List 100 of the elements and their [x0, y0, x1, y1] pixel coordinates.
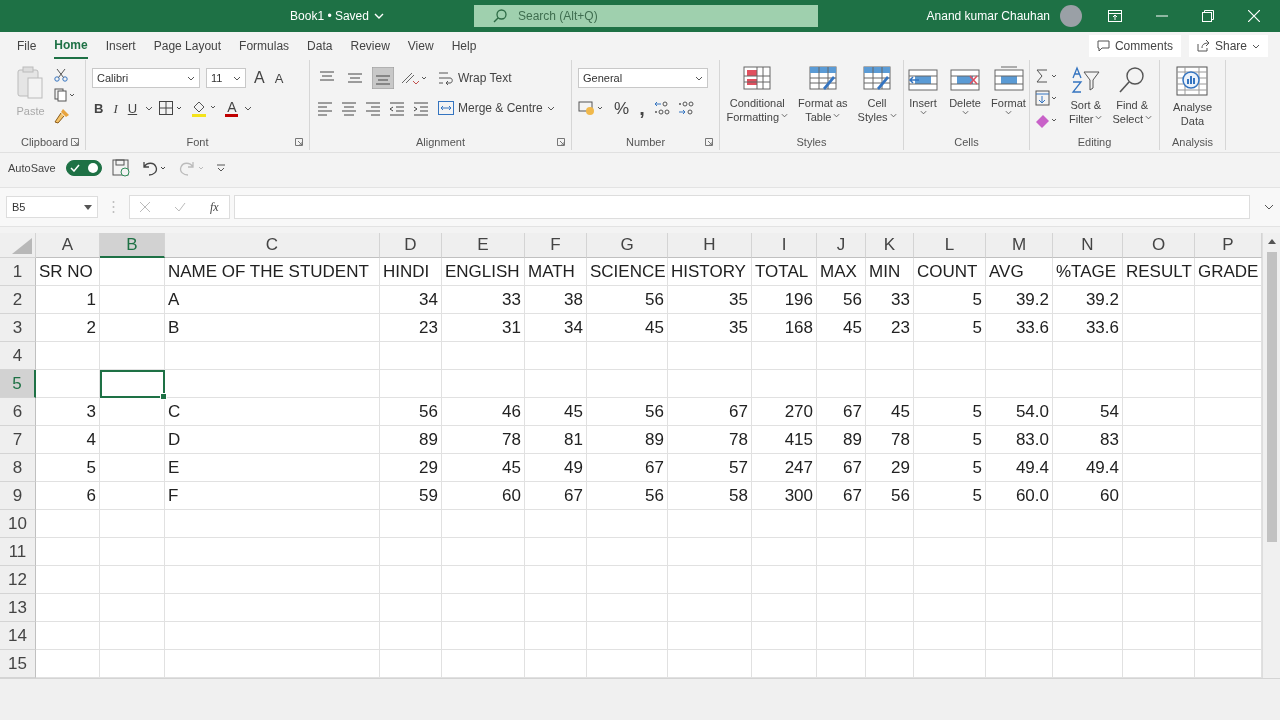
column-header[interactable]: N: [1053, 233, 1123, 258]
editing-button[interactable]: Sort & Filter: [1067, 66, 1105, 126]
decrease-decimal-icon[interactable]: [676, 99, 695, 117]
menu-tab[interactable]: View: [407, 33, 434, 59]
caret-icon[interactable]: [233, 75, 241, 81]
menu-tab[interactable]: Review: [350, 33, 390, 59]
row-header[interactable]: 14: [0, 622, 36, 650]
column-header[interactable]: I: [752, 233, 817, 258]
caret-icon[interactable]: [145, 105, 154, 111]
formula-input[interactable]: [233, 195, 1250, 219]
menu-tab[interactable]: File: [17, 33, 37, 59]
style-button[interactable]: Format as Table: [796, 66, 850, 124]
save-icon[interactable]: [111, 159, 130, 177]
cells-button[interactable]: Format: [989, 66, 1028, 115]
align-center-icon[interactable]: [340, 100, 358, 116]
dialog-launcher-icon[interactable]: [557, 138, 565, 146]
column-header[interactable]: L: [914, 233, 986, 258]
column-header[interactable]: K: [866, 233, 914, 258]
wrap-text-button[interactable]: Wrap Text: [436, 70, 514, 86]
increase-indent-icon[interactable]: [412, 100, 430, 116]
row-header[interactable]: 12: [0, 566, 36, 594]
analyse-data-button[interactable]: Analyse Data: [1170, 66, 1215, 128]
column-header[interactable]: H: [668, 233, 752, 258]
dialog-launcher-icon[interactable]: [705, 138, 713, 146]
align-left-icon[interactable]: [316, 100, 334, 116]
row-header[interactable]: 1: [0, 258, 36, 286]
drag-handle-icon[interactable]: [112, 200, 115, 214]
font-size-field[interactable]: 11: [206, 68, 246, 88]
row-header[interactable]: 6: [0, 398, 36, 426]
column-header[interactable]: B: [100, 233, 165, 258]
dialog-launcher-icon[interactable]: [295, 138, 303, 146]
percent-button[interactable]: %: [612, 99, 632, 117]
underline-button[interactable]: U: [125, 101, 140, 115]
column-header[interactable]: F: [525, 233, 587, 258]
column-header[interactable]: C: [165, 233, 380, 258]
ribbon-display-icon[interactable]: [1108, 10, 1122, 22]
caret-icon[interactable]: [84, 204, 92, 210]
caret-icon[interactable]: [187, 75, 195, 81]
column-header[interactable]: O: [1123, 233, 1195, 258]
row-header[interactable]: 5: [0, 370, 36, 398]
column-header[interactable]: D: [380, 233, 442, 258]
row-header[interactable]: 9: [0, 482, 36, 510]
column-header[interactable]: G: [587, 233, 668, 258]
row-header[interactable]: 13: [0, 594, 36, 622]
expand-icon[interactable]: [1264, 204, 1274, 210]
copy-icon[interactable]: [53, 88, 76, 102]
insert-function-button[interactable]: fx: [210, 199, 219, 215]
number-format-field[interactable]: General: [578, 68, 708, 88]
cells-button[interactable]: Insert: [905, 66, 942, 115]
row-header[interactable]: 10: [0, 510, 36, 538]
row-header[interactable]: 11: [0, 538, 36, 566]
font-name-field[interactable]: Calibri: [92, 68, 200, 88]
italic-button[interactable]: I: [111, 101, 120, 115]
scroll-up-icon[interactable]: [1267, 239, 1276, 244]
menu-tab[interactable]: Home: [54, 33, 88, 59]
format-painter-icon[interactable]: [53, 108, 70, 124]
share-button[interactable]: Share: [1188, 35, 1268, 57]
font-color-button[interactable]: A: [225, 99, 239, 117]
menu-tab[interactable]: Help: [451, 33, 477, 59]
row-header[interactable]: 15: [0, 650, 36, 678]
caret-icon[interactable]: [695, 75, 703, 81]
restore-icon[interactable]: [1202, 10, 1214, 22]
check-icon[interactable]: [174, 202, 186, 212]
column-header[interactable]: J: [817, 233, 866, 258]
customize-icon[interactable]: [215, 163, 226, 173]
caret-icon[interactable]: [244, 105, 253, 111]
grow-font-button[interactable]: A: [252, 70, 267, 86]
cells-button[interactable]: Delete: [947, 66, 984, 115]
shrink-font-button[interactable]: A: [272, 71, 286, 85]
decrease-indent-icon[interactable]: [388, 100, 406, 116]
column-header[interactable]: M: [986, 233, 1053, 258]
merge-centre-button[interactable]: Merge & Centre: [436, 101, 557, 115]
style-button[interactable]: Cell Styles: [855, 66, 899, 124]
row-header[interactable]: 7: [0, 426, 36, 454]
menu-tab[interactable]: Data: [307, 33, 333, 59]
editing-button[interactable]: Find & Select: [1110, 66, 1154, 126]
row-header[interactable]: 4: [0, 342, 36, 370]
row-header[interactable]: 2: [0, 286, 36, 314]
bold-button[interactable]: B: [92, 101, 106, 115]
vertical-scrollbar[interactable]: [1262, 233, 1280, 678]
menu-tab[interactable]: Insert: [105, 33, 136, 59]
avatar[interactable]: [1060, 5, 1082, 27]
row-header[interactable]: 3: [0, 314, 36, 342]
column-header[interactable]: A: [36, 233, 100, 258]
increase-decimal-icon[interactable]: [652, 99, 671, 117]
row-header[interactable]: 8: [0, 454, 36, 482]
close-icon[interactable]: [1248, 10, 1260, 22]
document-title[interactable]: Book1 • Saved: [200, 9, 474, 23]
align-right-icon[interactable]: [364, 100, 382, 116]
dialog-launcher-icon[interactable]: [71, 138, 79, 146]
column-header[interactable]: E: [442, 233, 525, 258]
comments-button[interactable]: Comments: [1088, 35, 1181, 57]
style-button[interactable]: Conditional Formatting: [724, 66, 791, 124]
name-box[interactable]: B5: [6, 196, 98, 218]
menu-tab[interactable]: Formulas: [239, 33, 290, 59]
menu-tab[interactable]: Page Layout: [153, 33, 222, 59]
column-header[interactable]: P: [1195, 233, 1262, 258]
autosave-toggle[interactable]: [65, 160, 102, 176]
vertical-align-icon[interactable]: [372, 67, 394, 89]
cut-icon[interactable]: [53, 68, 68, 82]
